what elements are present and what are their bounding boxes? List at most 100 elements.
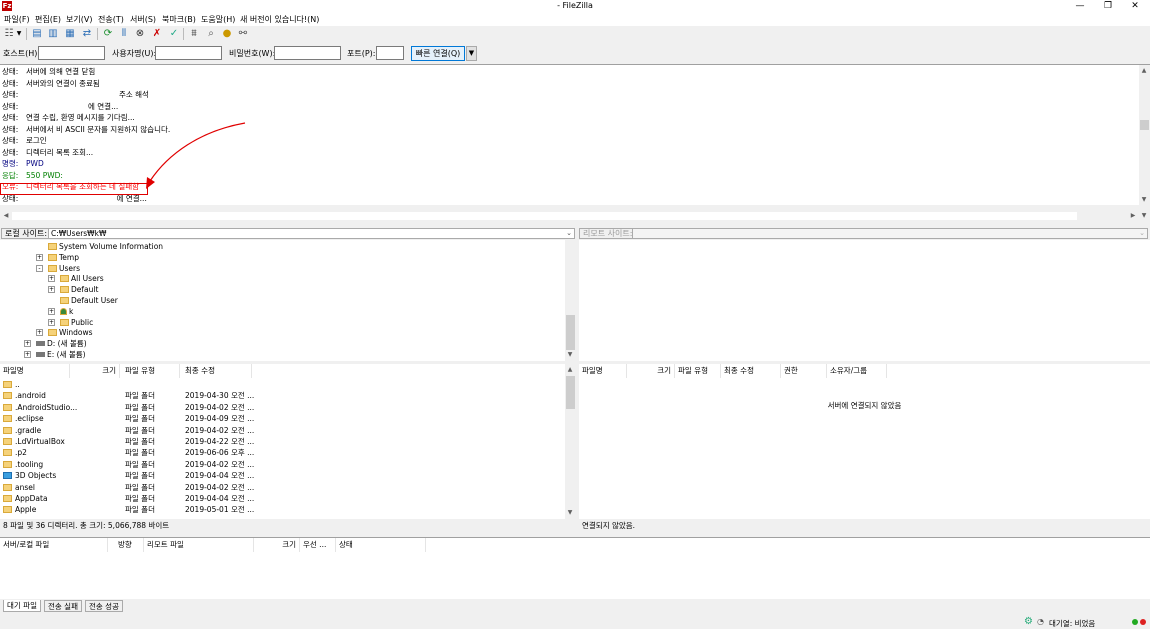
scroll-up-icon[interactable]: ▲ [565, 366, 575, 373]
minimize-button[interactable]: — [1066, 0, 1094, 13]
tree-node[interactable]: System Volume Information [48, 241, 163, 252]
menu-file[interactable]: 파일(F) [4, 14, 30, 25]
expand-icon[interactable]: + [48, 307, 55, 315]
expand-icon[interactable]: + [48, 275, 55, 283]
scroll-down-icon[interactable]: ▼ [1139, 196, 1149, 203]
collapse-icon[interactable]: - [36, 264, 43, 272]
menu-view[interactable]: 보기(V) [66, 14, 92, 25]
tree-node[interactable]: Temp [48, 252, 79, 263]
remote-col-modified[interactable]: 최종 수정 [721, 364, 781, 378]
password-input[interactable] [274, 46, 341, 60]
chevron-down-icon[interactable]: ⌄ [1139, 229, 1145, 238]
tab-failed-transfers[interactable]: 전송 실패 [44, 600, 82, 612]
local-col-modified[interactable]: 최종 수정 [182, 364, 252, 378]
remote-col-type[interactable]: 파일 유형 [675, 364, 721, 378]
table-row[interactable]: AppData 파일 폴더 2019-04-04 오전 ... [0, 493, 565, 504]
local-col-type[interactable]: 파일 유형 [122, 364, 180, 378]
log-hscroll-thumb[interactable] [12, 212, 1077, 220]
chevron-down-icon[interactable]: ⌄ [566, 229, 572, 238]
table-row[interactable]: .android 파일 폴더 2019-04-30 오전 ... [0, 390, 565, 401]
expand-icon[interactable]: + [36, 329, 43, 337]
sync-browsing-icon[interactable]: ● [220, 27, 234, 41]
local-directory-tree[interactable]: System Volume Information + Temp - Users + All… [0, 240, 576, 361]
local-col-size[interactable]: 크기 [70, 364, 120, 378]
table-row[interactable]: ansel 파일 폴더 2019-04-02 오전 ... [0, 482, 565, 493]
local-tree-scroll-thumb[interactable] [566, 315, 575, 350]
menu-transfer[interactable]: 전송(T) [98, 14, 124, 25]
directory-filter-icon[interactable]: ⩩ [187, 27, 201, 41]
speed-limit-icon[interactable]: ◔ [1037, 617, 1044, 626]
transfer-queue[interactable]: 서버/로컬 파일 방향 리모트 파일 크기 우선 ... 상태 [0, 537, 1150, 599]
menu-edit[interactable]: 편집(E) [35, 14, 61, 25]
table-row[interactable]: .AndroidStudio... 파일 폴더 2019-04-02 오전 ... [0, 402, 565, 413]
remote-file-list[interactable]: 파일명 크기 파일 유형 최종 수정 권한 소유자/그룹 서버에 연결되지 않았… [579, 364, 1150, 519]
queue-col-direction[interactable]: 방향 [108, 538, 144, 552]
tree-node[interactable]: Default User [60, 295, 118, 306]
tree-node[interactable]: Default [60, 284, 98, 295]
table-row[interactable]: .LdVirtualBox 파일 폴더 2019-04-22 오전 ... [0, 436, 565, 447]
table-row[interactable]: .. [0, 379, 565, 390]
menu-bookmarks[interactable]: 북마크(B) [162, 14, 196, 25]
log-vertical-scrollbar[interactable]: ▲ ▼ [1139, 65, 1150, 205]
remote-col-owner-group[interactable]: 소유자/그룹 [827, 364, 887, 378]
expand-icon[interactable]: + [48, 318, 55, 326]
log-horizontal-scrollbar[interactable]: ◀ ▶ ▼ [0, 211, 1150, 221]
queue-col-priority[interactable]: 우선 ... [300, 538, 336, 552]
site-manager-icon[interactable]: ☷ [2, 27, 16, 41]
scroll-down-icon[interactable]: ▼ [565, 509, 575, 516]
toggle-log-icon[interactable]: ▤ [30, 27, 44, 41]
scroll-up-icon[interactable]: ▲ [1139, 67, 1149, 74]
cancel-operation-icon[interactable]: ⊗ [133, 27, 147, 41]
table-row[interactable]: Apple 파일 폴더 2019-05-01 오전 ... [0, 504, 565, 515]
table-row[interactable]: 3D Objects 파일 폴더 2019-04-04 오전 ... [0, 470, 565, 481]
quickconnect-dropdown-button[interactable]: ▼ [466, 46, 477, 61]
remote-directory-tree[interactable] [579, 240, 1150, 361]
local-tree-scrollbar[interactable]: ▼ [565, 240, 576, 361]
message-log[interactable]: 상태: 서버에 의해 연결 닫힘 상태: 서버와의 연결이 종료됨 상태: 주소 해석 상… [0, 64, 1150, 205]
remote-col-size[interactable]: 크기 [627, 364, 675, 378]
tab-successful-transfers[interactable]: 전송 성공 [85, 600, 123, 612]
refresh-icon[interactable]: ⟳ [101, 27, 115, 41]
expand-icon[interactable]: + [24, 340, 31, 348]
maximize-button[interactable]: ❐ [1094, 0, 1122, 13]
scroll-left-icon[interactable]: ◀ [1, 212, 11, 219]
username-input[interactable] [155, 46, 222, 60]
disconnect-icon[interactable]: ✗ [150, 27, 164, 41]
directory-comparison-icon[interactable]: ⌕ [204, 27, 218, 41]
local-path-input[interactable]: C:₩Users₩k₩ ⌄ [48, 228, 575, 239]
local-file-list[interactable]: 파일명 크기 파일 유형 최종 수정 ^ .. .android 파일 폴더 2019… [0, 364, 576, 519]
tree-node[interactable]: Users [48, 263, 80, 274]
remote-path-input[interactable]: ⌄ [632, 228, 1148, 239]
local-files-scrollbar[interactable]: ▲ ▼ [565, 364, 576, 519]
menu-new-version[interactable]: 새 버전이 있습니다!(N) [240, 14, 319, 25]
tree-node[interactable]: Windows [48, 327, 92, 338]
expand-icon[interactable]: + [36, 253, 43, 261]
tree-node[interactable]: E: (새 볼륨) [36, 349, 86, 360]
site-manager-dropdown-icon[interactable]: ▼ [15, 27, 23, 41]
queue-col-server-local[interactable]: 서버/로컬 파일 [0, 538, 108, 552]
quickconnect-button[interactable]: 빠른 연결(Q) [411, 46, 465, 61]
queue-col-remote-file[interactable]: 리모트 파일 [144, 538, 254, 552]
log-scroll-thumb[interactable] [1140, 120, 1149, 130]
scroll-right-icon[interactable]: ▶ [1128, 212, 1138, 219]
menu-help[interactable]: 도움말(H) [201, 14, 235, 25]
menu-server[interactable]: 서버(S) [130, 14, 156, 25]
process-queue-icon[interactable]: ⫴ [117, 27, 131, 41]
tree-node[interactable]: D: (새 볼륨) [36, 338, 87, 349]
scroll-down-icon[interactable]: ▼ [565, 351, 575, 358]
toggle-local-tree-icon[interactable]: ▥ [46, 27, 60, 41]
expand-icon[interactable]: + [48, 286, 55, 294]
remote-col-filename[interactable]: 파일명 [579, 364, 627, 378]
expand-icon[interactable]: + [24, 351, 31, 358]
close-button[interactable]: ✕ [1121, 0, 1149, 13]
reconnect-icon[interactable]: ✓ [167, 27, 181, 41]
tree-node[interactable]: k [60, 306, 73, 317]
queue-col-status[interactable]: 상태 [336, 538, 426, 552]
scroll-down-icon[interactable]: ▼ [1139, 212, 1149, 219]
tree-node[interactable]: All Users [60, 273, 104, 284]
table-row[interactable]: .p2 파일 폴더 2019-06-06 오후 ... [0, 447, 565, 458]
toggle-remote-tree-icon[interactable]: ▦ [63, 27, 77, 41]
search-files-icon[interactable]: ⚯ [236, 27, 250, 41]
table-row[interactable]: .gradle 파일 폴더 2019-04-02 오전 ... [0, 425, 565, 436]
local-files-scroll-thumb[interactable] [566, 376, 575, 409]
